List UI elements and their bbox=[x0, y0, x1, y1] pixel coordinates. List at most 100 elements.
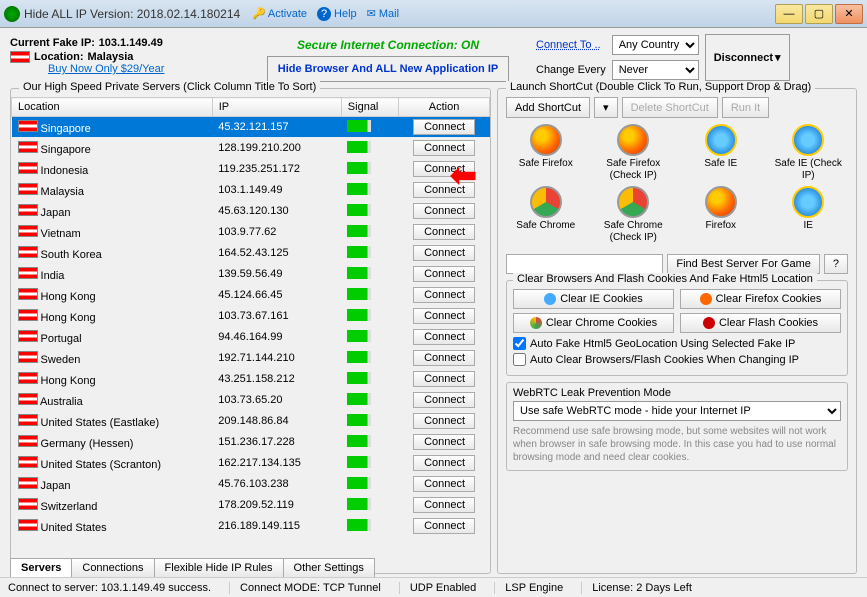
hide-browser-button[interactable]: Hide Browser And ALL New Application IP bbox=[267, 56, 509, 82]
help-link[interactable]: ? Help bbox=[317, 7, 357, 21]
signal-icon bbox=[347, 351, 371, 363]
table-row[interactable]: India 139.59.56.49 Connect bbox=[12, 264, 490, 285]
auto-clear-checkbox[interactable]: Auto Clear Browsers/Flash Cookies When C… bbox=[513, 353, 841, 366]
connect-button[interactable]: Connect bbox=[413, 161, 475, 177]
table-row[interactable]: Germany (Hessen) 151.236.17.228 Connect bbox=[12, 432, 490, 453]
table-row[interactable]: Sweden 192.71.144.210 Connect bbox=[12, 348, 490, 369]
servers-panel: Our High Speed Private Servers (Click Co… bbox=[10, 88, 491, 574]
connect-button[interactable]: Connect bbox=[413, 203, 475, 219]
table-row[interactable]: Vietnam 103.9.77.62 Connect bbox=[12, 222, 490, 243]
tab-other-settings[interactable]: Other Settings bbox=[283, 558, 375, 577]
col-location[interactable]: Location bbox=[12, 98, 213, 117]
connect-button[interactable]: Connect bbox=[413, 413, 475, 429]
row-flag-icon bbox=[18, 162, 38, 174]
signal-icon bbox=[347, 141, 371, 153]
row-flag-icon bbox=[18, 393, 38, 405]
run-it-button[interactable]: Run It bbox=[722, 97, 769, 118]
table-row[interactable]: Australia 103.73.65.20 Connect bbox=[12, 390, 490, 411]
col-ip[interactable]: IP bbox=[212, 98, 341, 117]
delete-shortcut-button[interactable]: Delete ShortCut bbox=[622, 97, 718, 118]
clear-ie-button[interactable]: Clear IE Cookies bbox=[513, 289, 674, 309]
ff-icon bbox=[617, 124, 649, 156]
add-shortcut-button[interactable]: Add ShortCut bbox=[506, 97, 590, 118]
table-row[interactable]: Japan 45.76.103.238 Connect bbox=[12, 474, 490, 495]
shortcut-ie[interactable]: IE bbox=[772, 186, 844, 244]
connect-button[interactable]: Connect bbox=[413, 350, 475, 366]
shortcut-safe-ie-check-ip-[interactable]: Safe IE (Check IP) bbox=[772, 124, 844, 182]
fake-ip-heading: Current Fake IP: 103.1.149.49 bbox=[10, 34, 240, 49]
table-row[interactable]: Switzerland 178.209.52.119 Connect bbox=[12, 495, 490, 516]
minimize-button[interactable]: — bbox=[775, 4, 803, 24]
table-row[interactable]: Japan 45.63.120.130 Connect bbox=[12, 201, 490, 222]
col-action[interactable]: Action bbox=[399, 98, 490, 117]
shortcut-label: IE bbox=[772, 220, 844, 232]
mail-link[interactable]: ✉ Mail bbox=[367, 7, 399, 20]
tab-flexible-hide-ip-rules[interactable]: Flexible Hide IP Rules bbox=[154, 558, 284, 577]
tab-connections[interactable]: Connections bbox=[71, 558, 154, 577]
app-title: Hide ALL IP Version: 2018.02.14.180214 bbox=[24, 7, 240, 21]
shortcut-safe-chrome-check-ip-[interactable]: Safe Chrome (Check IP) bbox=[597, 186, 669, 244]
find-game-input[interactable] bbox=[506, 254, 663, 274]
signal-icon bbox=[347, 120, 371, 132]
connect-button[interactable]: Connect bbox=[413, 434, 475, 450]
maximize-button[interactable]: ▢ bbox=[805, 4, 833, 24]
connect-button[interactable]: Connect bbox=[413, 119, 475, 135]
connect-button[interactable]: Connect bbox=[413, 518, 475, 534]
auto-fake-checkbox[interactable]: Auto Fake Html5 GeoLocation Using Select… bbox=[513, 337, 841, 350]
clear-chrome-button[interactable]: Clear Chrome Cookies bbox=[513, 313, 674, 333]
shortcut-firefox[interactable]: Firefox bbox=[685, 186, 757, 244]
shortcut-safe-firefox-check-ip-[interactable]: Safe Firefox (Check IP) bbox=[597, 124, 669, 182]
tab-servers[interactable]: Servers bbox=[10, 558, 72, 577]
shortcut-safe-ie[interactable]: Safe IE bbox=[685, 124, 757, 182]
col-signal[interactable]: Signal bbox=[341, 98, 398, 117]
table-row[interactable]: Indonesia 119.235.251.172 Connect bbox=[12, 159, 490, 180]
table-row[interactable]: United States (Scranton) 162.217.134.135… bbox=[12, 453, 490, 474]
add-shortcut-dropdown[interactable]: ▾ bbox=[594, 97, 618, 118]
shortcut-safe-chrome[interactable]: Safe Chrome bbox=[510, 186, 582, 244]
connect-to-label[interactable]: Connect To .. bbox=[536, 39, 606, 51]
disconnect-button[interactable]: Disconnect ▾ bbox=[705, 34, 790, 81]
table-row[interactable]: Portugal 94.46.164.99 Connect bbox=[12, 327, 490, 348]
help-q-button[interactable]: ? bbox=[824, 254, 848, 274]
connect-button[interactable]: Connect bbox=[413, 371, 475, 387]
clear-firefox-button[interactable]: Clear Firefox Cookies bbox=[680, 289, 841, 309]
change-every-select[interactable]: Never bbox=[612, 60, 699, 80]
table-row[interactable]: South Korea 164.52.43.125 Connect bbox=[12, 243, 490, 264]
connect-button[interactable]: Connect bbox=[413, 308, 475, 324]
signal-icon bbox=[347, 372, 371, 384]
connect-button[interactable]: Connect bbox=[413, 392, 475, 408]
connect-button[interactable]: Connect bbox=[413, 140, 475, 156]
status-license: License: 2 Days Left bbox=[581, 582, 692, 594]
connect-button[interactable]: Connect bbox=[413, 329, 475, 345]
connect-button[interactable]: Connect bbox=[413, 497, 475, 513]
signal-icon bbox=[347, 246, 371, 258]
table-row[interactable]: Singapore 128.199.210.200 Connect bbox=[12, 138, 490, 159]
row-flag-icon bbox=[18, 330, 38, 342]
close-button[interactable]: ✕ bbox=[835, 4, 863, 24]
ch-icon bbox=[617, 186, 649, 218]
connect-button[interactable]: Connect bbox=[413, 455, 475, 471]
activate-link[interactable]: 🔑 Activate bbox=[252, 7, 307, 20]
connect-to-select[interactable]: Any Country bbox=[612, 35, 699, 55]
table-row[interactable]: Hong Kong 103.73.67.161 Connect bbox=[12, 306, 490, 327]
webrtc-mode-select[interactable]: Use safe WebRTC mode - hide your Interne… bbox=[513, 401, 841, 421]
buy-link[interactable]: Buy Now Only $29/Year bbox=[48, 63, 240, 75]
connect-button[interactable]: Connect bbox=[413, 245, 475, 261]
table-row[interactable]: United States 216.189.149.115 Connect bbox=[12, 516, 490, 537]
connect-button[interactable]: Connect bbox=[413, 287, 475, 303]
connect-button[interactable]: Connect bbox=[413, 476, 475, 492]
table-row[interactable]: United States (Eastlake) 209.148.86.84 C… bbox=[12, 411, 490, 432]
find-best-server-button[interactable]: Find Best Server For Game bbox=[667, 254, 820, 274]
table-row[interactable]: Singapore 45.32.121.157 Connect bbox=[12, 117, 490, 138]
connect-button[interactable]: Connect bbox=[413, 266, 475, 282]
signal-icon bbox=[347, 330, 371, 342]
table-row[interactable]: Hong Kong 45.124.66.45 Connect bbox=[12, 285, 490, 306]
clear-flash-button[interactable]: Clear Flash Cookies bbox=[680, 313, 841, 333]
table-row[interactable]: Malaysia 103.1.149.49 Connect bbox=[12, 180, 490, 201]
connect-button[interactable]: Connect bbox=[413, 182, 475, 198]
connect-button[interactable]: Connect bbox=[413, 224, 475, 240]
signal-icon bbox=[347, 414, 371, 426]
shortcut-safe-firefox[interactable]: Safe Firefox bbox=[510, 124, 582, 182]
ie-icon bbox=[705, 124, 737, 156]
table-row[interactable]: Hong Kong 43.251.158.212 Connect bbox=[12, 369, 490, 390]
